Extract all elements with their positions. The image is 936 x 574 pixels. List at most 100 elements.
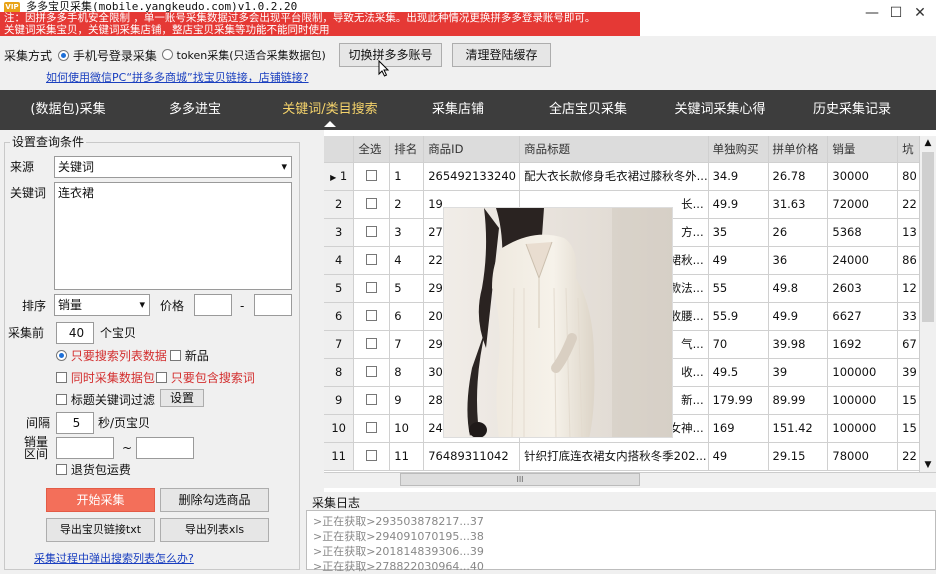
option-return-fee[interactable]: 退货包运费 — [56, 462, 131, 478]
keyword-textarea[interactable]: 连衣裙 — [54, 182, 292, 290]
sales-max-input[interactable] — [136, 437, 194, 459]
tab-history[interactable]: 历史采集记录 — [804, 90, 900, 130]
clear-cache-button[interactable]: 清理登陆缓存 — [452, 43, 551, 67]
tab-full-shop-collect[interactable]: 全店宝贝采集 — [540, 90, 636, 130]
start-collect-button[interactable]: 开始采集 — [46, 488, 155, 512]
tab-collect-shop[interactable]: 采集店铺 — [418, 90, 498, 130]
row-checkbox-cell[interactable] — [353, 358, 391, 387]
sales-min-input[interactable] — [56, 437, 114, 459]
column-header[interactable]: 商品ID — [423, 136, 521, 163]
checkbox-icon[interactable] — [366, 450, 378, 461]
popup-help-link[interactable]: 采集过程中弹出搜索列表怎么办? — [34, 550, 194, 566]
row-checkbox-cell[interactable] — [353, 330, 391, 359]
tab-package-collect[interactable]: (数据包)采集 — [18, 90, 118, 130]
scroll-up-icon[interactable]: ▲ — [920, 136, 936, 150]
log-line: >正在获取>293503878217...37 — [313, 515, 484, 528]
horizontal-scroll-thumb[interactable]: III — [400, 473, 640, 486]
column-header[interactable]: 拼单价格 — [768, 136, 829, 163]
row-selector[interactable]: 9 — [324, 386, 355, 415]
price-label: 价格 — [160, 299, 185, 313]
row-checkbox-cell[interactable] — [353, 274, 391, 303]
row-selector[interactable]: 7 — [324, 330, 355, 359]
checkbox-icon[interactable] — [366, 366, 378, 377]
price-min-input[interactable] — [194, 294, 232, 316]
table-cell: 6 — [389, 302, 425, 331]
tab-duoduo-jinbao[interactable]: 多多进宝 — [150, 90, 240, 130]
row-selector[interactable]: 11 — [324, 442, 355, 471]
row-selector[interactable]: 5 — [324, 274, 355, 303]
help-link[interactable]: 如何使用微信PC“拼多多商城”找宝贝链接，店铺链接? — [46, 69, 309, 85]
row-checkbox-cell[interactable] — [353, 162, 391, 191]
top-count-label: 采集前 — [8, 326, 45, 340]
table-cell: 4 — [389, 246, 425, 275]
row-checkbox-cell[interactable] — [353, 414, 391, 443]
row-selector[interactable]: 3 — [324, 218, 355, 247]
checkbox-icon[interactable] — [366, 338, 378, 349]
scroll-thumb[interactable] — [922, 152, 934, 322]
source-select[interactable]: 关键词 — [54, 156, 292, 178]
checkbox-icon[interactable] — [366, 282, 378, 293]
row-selector[interactable]: 6 — [324, 302, 355, 331]
row-selector[interactable]: 2 — [324, 190, 355, 219]
delete-checked-button[interactable]: 删除勾选商品 — [160, 488, 269, 512]
option-search-package[interactable]: 同时采集数据包 — [56, 370, 155, 386]
radio-token[interactable]: token采集(只适合采集数据包) — [162, 48, 326, 64]
column-header[interactable]: 全选 — [353, 136, 391, 163]
interval-input[interactable]: 5 — [56, 412, 94, 434]
checkbox-icon[interactable] — [366, 198, 378, 209]
column-header[interactable]: 排名 — [389, 136, 425, 163]
row-selector[interactable]: ▶ 1 — [324, 162, 355, 191]
dress-photo-icon — [444, 208, 672, 437]
top-count-input[interactable]: 40 — [56, 322, 94, 344]
column-header[interactable]: 单独购买 — [708, 136, 769, 163]
tab-keyword-search[interactable]: 关键词/类目搜索 — [272, 90, 388, 130]
sort-select[interactable]: 销量 — [54, 294, 150, 316]
row-selector[interactable]: 8 — [324, 358, 355, 387]
option-title-filter[interactable]: 标题关键词过滤 — [56, 392, 155, 408]
row-checkbox-cell[interactable] — [353, 386, 391, 415]
table-vertical-scrollbar[interactable]: ▲ ▼ — [919, 136, 936, 472]
option-search-package-label: 同时采集数据包 — [70, 371, 155, 385]
table-cell: 55 — [708, 274, 769, 303]
source-label: 来源 — [10, 160, 35, 174]
filter-setting-button[interactable]: 设置 — [160, 389, 204, 407]
column-header[interactable] — [324, 136, 355, 163]
checkbox-icon[interactable] — [366, 310, 378, 321]
row-checkbox-cell[interactable] — [353, 218, 391, 247]
option-new-product[interactable]: 新品 — [170, 348, 209, 364]
table-cell: 2603 — [827, 274, 899, 303]
switch-account-button[interactable]: 切换拼多多账号 — [339, 43, 442, 67]
export-txt-button[interactable]: 导出宝贝链接txt — [46, 518, 155, 542]
radio-phone-login[interactable]: 手机号登录采集 — [58, 48, 157, 64]
row-number: 4 — [335, 253, 343, 267]
log-box[interactable]: >正在获取>293503878217...37 >正在获取>2940910701… — [306, 510, 936, 573]
checkbox-icon[interactable] — [366, 226, 378, 237]
row-checkbox-cell[interactable] — [353, 190, 391, 219]
option-search-only[interactable]: 只要搜索列表数据 — [56, 348, 167, 364]
column-header[interactable]: 销量 — [827, 136, 899, 163]
row-checkbox-cell[interactable] — [353, 246, 391, 275]
tab-keyword-tips[interactable]: 关键词采集心得 — [668, 90, 772, 130]
checkbox-icon[interactable] — [366, 394, 378, 405]
row-checkbox-cell[interactable] — [353, 442, 391, 471]
main-nav: (数据包)采集 多多进宝 关键词/类目搜索 采集店铺 全店宝贝采集 关键词采集心… — [0, 90, 936, 130]
checkbox-icon[interactable] — [366, 254, 378, 265]
column-header[interactable]: 商品标题 — [519, 136, 709, 163]
row-checkbox-cell[interactable] — [353, 302, 391, 331]
minimize-button[interactable]: — — [862, 4, 882, 22]
export-xls-button[interactable]: 导出列表xls — [160, 518, 269, 542]
option-contains-keyword[interactable]: 只要包含搜索词 — [156, 370, 255, 386]
checkbox-icon[interactable] — [366, 422, 378, 433]
sort-label: 排序 — [22, 299, 47, 313]
row-selector[interactable]: 4 — [324, 246, 355, 275]
checkbox-icon[interactable] — [366, 170, 378, 181]
scroll-down-icon[interactable]: ▼ — [920, 458, 936, 472]
checkbox-icon — [170, 350, 181, 361]
row-selector[interactable]: 10 — [324, 414, 355, 443]
maximize-button[interactable]: ☐ — [886, 4, 906, 22]
price-max-input[interactable] — [254, 294, 292, 316]
table-cell: 100000 — [827, 358, 899, 387]
table-row[interactable]: ▶ 1 1 265492133240 配大衣长款修身毛衣裙过膝秋冬外... 34.9 26… — [324, 162, 936, 191]
close-button[interactable]: ✕ — [910, 4, 930, 22]
table-row[interactable]: 11 11 76489311042 针织打底连衣裙女内搭秋冬季202... 49 29.1… — [324, 442, 936, 471]
